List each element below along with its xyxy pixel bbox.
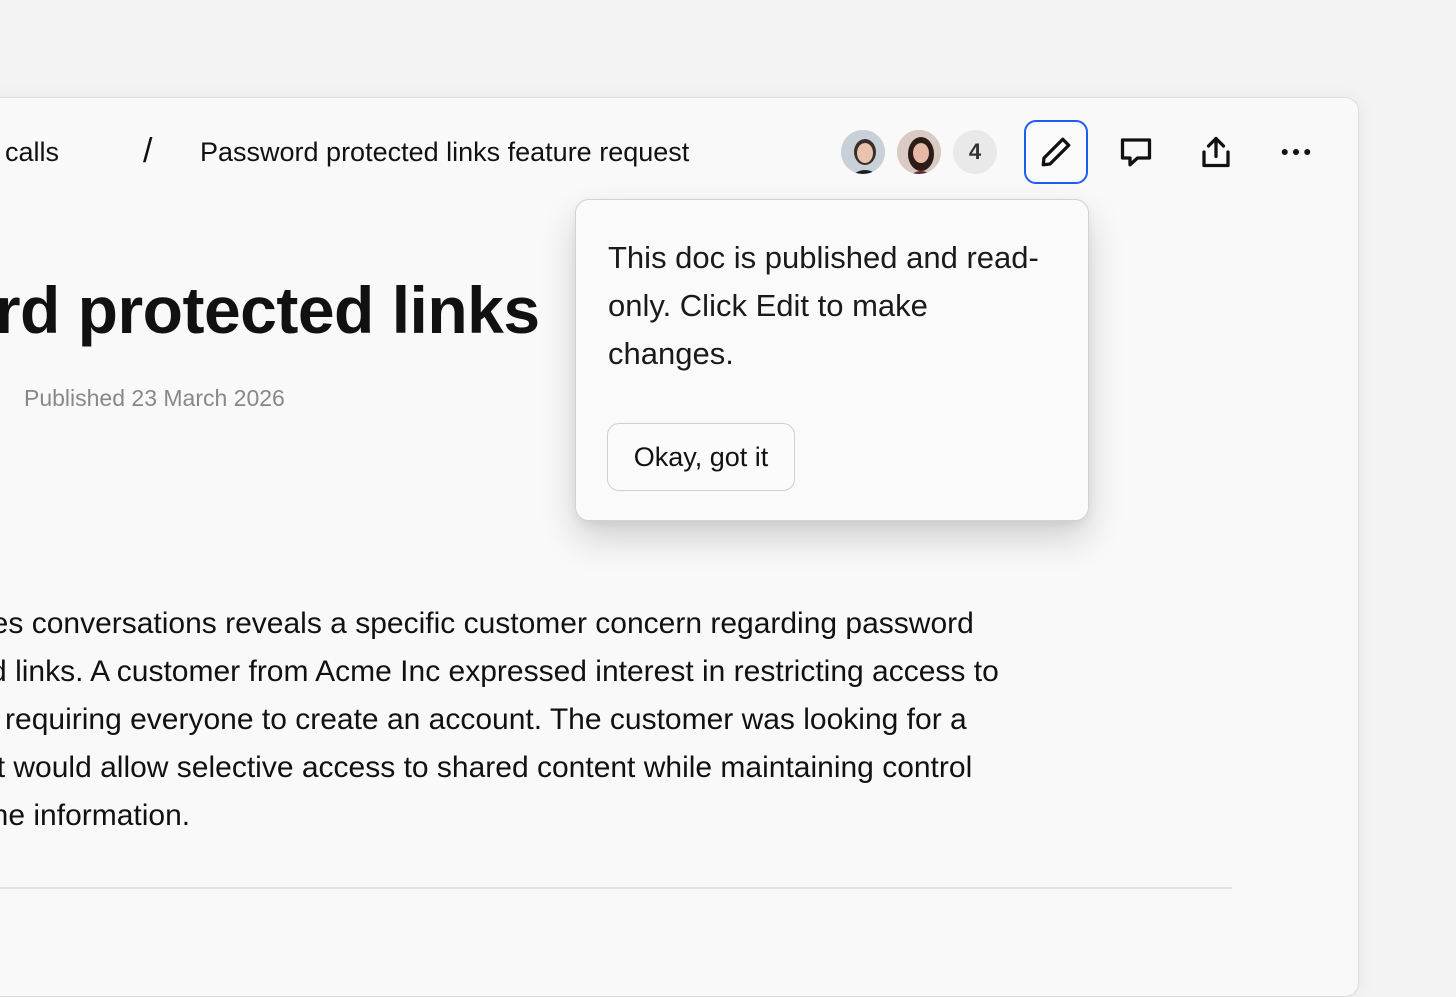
published-date: Published 23 March 2026 bbox=[24, 385, 285, 411]
breadcrumb-current[interactable]: Password protected links feature request bbox=[200, 137, 689, 168]
body-line: iew the information. bbox=[0, 799, 191, 832]
document-body: s sales conversations reveals a specific… bbox=[0, 600, 1230, 840]
body-line: hared links. A customer from Acme Inc ex… bbox=[0, 655, 999, 688]
share-icon bbox=[1202, 136, 1230, 168]
divider bbox=[0, 887, 1232, 889]
comment-icon bbox=[1120, 138, 1152, 167]
share-button[interactable] bbox=[1184, 120, 1248, 184]
collaborator-avatar[interactable] bbox=[839, 128, 887, 176]
body-line: thout requiring everyone to create an ac… bbox=[0, 703, 967, 736]
collaborator-count-badge[interactable]: 4 bbox=[951, 128, 999, 176]
body-line: n that would allow selective access to s… bbox=[0, 751, 973, 784]
popover-message: This doc is published and read-only. Cli… bbox=[608, 240, 1039, 371]
breadcrumb-previous[interactable]: ery calls bbox=[0, 137, 59, 168]
read-only-popover: This doc is published and read-only. Cli… bbox=[575, 199, 1089, 521]
okay-got-it-button[interactable]: Okay, got it bbox=[607, 423, 795, 491]
pencil-icon bbox=[1041, 137, 1071, 167]
more-icon bbox=[1281, 149, 1311, 155]
collaborator-avatar[interactable] bbox=[895, 128, 943, 176]
body-line: s sales conversations reveals a specific… bbox=[0, 607, 974, 640]
document-title: ord protected links bbox=[0, 273, 540, 347]
more-options-button[interactable] bbox=[1264, 120, 1328, 184]
breadcrumb-separator: / bbox=[143, 132, 153, 170]
comment-button[interactable] bbox=[1104, 120, 1168, 184]
edit-button[interactable] bbox=[1024, 120, 1088, 184]
